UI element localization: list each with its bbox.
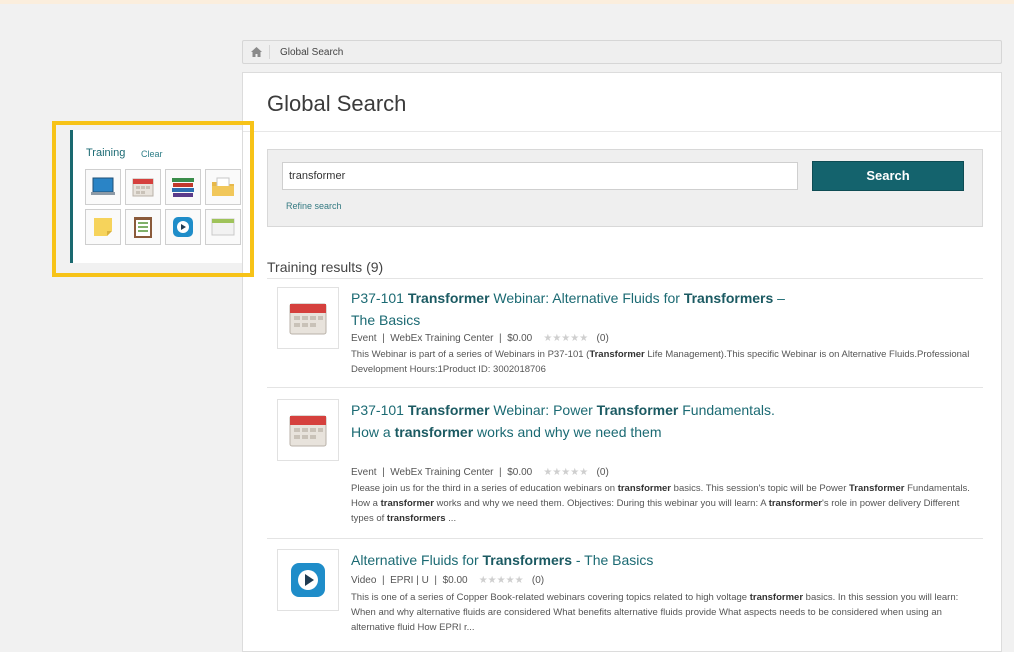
breadcrumb: Global Search <box>242 40 1002 64</box>
search-input[interactable] <box>282 162 798 190</box>
result-meta: Event | WebEx Training Center | $0.00 ★★… <box>351 333 609 344</box>
video-play-icon[interactable] <box>277 549 339 611</box>
result-item: P37-101 Transformer Webinar: Alternative… <box>277 287 983 387</box>
divider <box>267 387 983 388</box>
divider <box>267 538 983 539</box>
rating-stars: ★★★★★ <box>478 575 524 586</box>
refine-search-link[interactable]: Refine search <box>286 201 342 211</box>
result-item: Alternative Fluids for Transformers - Th… <box>277 549 983 649</box>
result-meta: Video | EPRI | U | $0.00 ★★★★★ (0) <box>351 575 545 586</box>
result-title-link[interactable]: Alternative Fluids for Transformers - Th… <box>351 549 791 571</box>
highlight-box <box>52 121 254 277</box>
calendar-icon[interactable] <box>277 287 339 349</box>
page-title: Global Search <box>267 91 407 116</box>
home-icon[interactable] <box>243 47 269 57</box>
main-panel: Global Search Search Refine search Train… <box>242 72 1002 652</box>
calendar-icon[interactable] <box>277 399 339 461</box>
search-box: Search Refine search <box>267 149 983 227</box>
rating-stars: ★★★★★ <box>543 333 589 344</box>
result-title-link[interactable]: P37-101 Transformer Webinar: Power Trans… <box>351 399 781 443</box>
search-button[interactable]: Search <box>812 161 964 191</box>
divider <box>243 131 1001 132</box>
rating-stars: ★★★★★ <box>543 467 589 478</box>
results-heading: Training results (9) <box>267 259 384 275</box>
top-accent-line <box>0 0 1014 4</box>
breadcrumb-separator <box>269 45 270 59</box>
result-meta: Event | WebEx Training Center | $0.00 ★★… <box>351 467 609 478</box>
breadcrumb-current: Global Search <box>280 46 344 58</box>
divider <box>267 278 983 279</box>
result-title-link[interactable]: P37-101 Transformer Webinar: Alternative… <box>351 287 791 331</box>
result-description: This Webinar is part of a series of Webi… <box>351 349 970 375</box>
result-item: P37-101 Transformer Webinar: Power Trans… <box>277 399 983 534</box>
result-description: This is one of a series of Copper Book-r… <box>351 592 959 633</box>
result-description: Please join us for the third in a series… <box>351 483 970 524</box>
